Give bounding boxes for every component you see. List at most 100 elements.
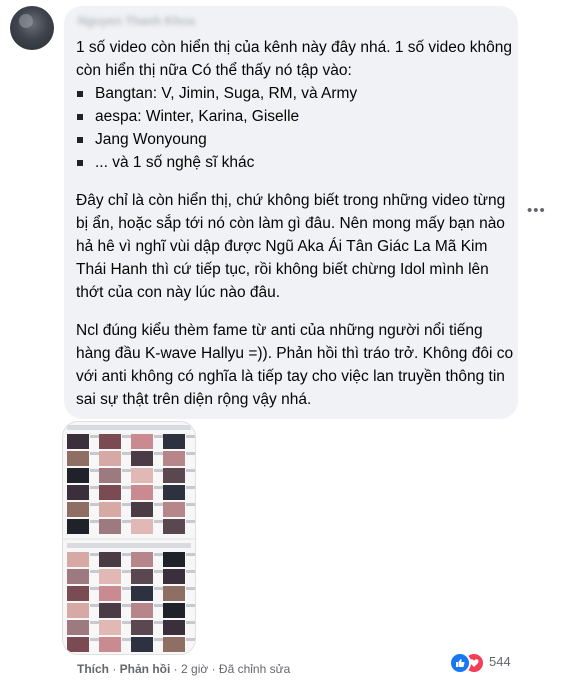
video-thumbnail: [99, 603, 121, 618]
list-item-text: Bangtan: V, Jimin, Suga, RM, và Army: [95, 85, 358, 102]
video-thumbnail: [131, 637, 153, 652]
video-thumbnail: [67, 434, 89, 449]
video-caption-bar: [186, 621, 195, 624]
thumbnail-row: [67, 519, 195, 536]
video-thumbnail: [67, 637, 89, 652]
reply-link[interactable]: Phản hồi: [120, 662, 171, 676]
video-caption-bar: [186, 638, 195, 641]
video-thumbnail: [67, 603, 89, 618]
video-thumbnail: [67, 552, 89, 567]
list-item-text: aespa: Winter, Karina, Giselle: [95, 108, 300, 125]
video-thumbnail: [163, 603, 185, 618]
video-thumbnail: [67, 620, 89, 635]
video-caption-bar: [186, 469, 195, 472]
separator: ·: [109, 662, 120, 676]
video-caption-bar: [186, 553, 195, 556]
video-thumbnail: [163, 502, 185, 517]
video-thumbnail: [99, 468, 121, 483]
list-item-text: Jang Wonyoung: [95, 131, 207, 148]
video-thumbnail: [163, 620, 185, 635]
comment-paragraph-2: Đây chỉ là còn hiển thị, chứ không biết …: [76, 192, 506, 301]
list-item: Jang Wonyoung: [76, 128, 514, 151]
bullet-square-icon: [77, 114, 83, 120]
video-thumbnail: [163, 552, 185, 567]
like-link[interactable]: Thích: [77, 662, 109, 676]
list-item: Bangtan: V, Jimin, Suga, RM, và Army: [76, 82, 514, 105]
timestamp[interactable]: 2 giờ: [181, 662, 208, 676]
bullet-square-icon: [77, 137, 83, 143]
comment-intro: 1 số video còn hiển thị của kênh này đây…: [76, 39, 513, 79]
list-item-text: ... và 1 số nghệ sĩ khác: [95, 154, 255, 171]
video-thumbnail: [99, 552, 121, 567]
thumbnail-row: [67, 586, 195, 603]
video-thumbnail: [163, 485, 185, 500]
video-caption-bar: [186, 587, 195, 590]
video-thumbnail: [131, 519, 153, 534]
separator: ·: [170, 662, 182, 676]
video-caption-bar: [186, 520, 195, 523]
video-thumbnail: [131, 502, 153, 517]
video-thumbnail: [131, 586, 153, 601]
thumbnail-row: [67, 468, 195, 485]
video-thumbnail: [67, 485, 89, 500]
video-caption-bar: [186, 452, 195, 455]
video-thumbnail: [67, 502, 89, 517]
artist-list: Bangtan: V, Jimin, Suga, RM, và Army aes…: [76, 82, 514, 174]
comment-author[interactable]: Nguyen Thanh Khoa: [78, 14, 195, 28]
more-options-icon[interactable]: •••: [527, 202, 546, 219]
avatar-highlight: [19, 14, 33, 28]
bullet-square-icon: [77, 160, 83, 166]
bullet-square-icon: [77, 91, 83, 97]
video-thumbnail: [99, 586, 121, 601]
video-thumbnail: [67, 519, 89, 534]
video-thumbnail: [99, 451, 121, 466]
like-icon: [449, 652, 471, 674]
video-thumbnail: [163, 434, 185, 449]
video-caption-bar: [186, 486, 195, 489]
thumbnail-row: [67, 603, 195, 620]
video-thumbnail: [67, 569, 89, 584]
thumbnail-row: [67, 552, 195, 569]
video-thumbnail: [163, 586, 185, 601]
thumbnail-row: [67, 637, 195, 654]
avatar[interactable]: [10, 6, 54, 50]
thumbnail-row: [67, 485, 195, 502]
thumbnail-row: [67, 451, 195, 468]
comment-bubble: Nguyen Thanh Khoa 1 số video còn hiển th…: [64, 6, 518, 419]
video-thumbnail: [163, 519, 185, 534]
video-caption-bar: [186, 503, 195, 506]
video-thumbnail: [131, 468, 153, 483]
comment-actions: Thích · Phản hồi · 2 giờ · Đã chỉnh sửa: [77, 662, 290, 676]
video-thumbnail: [99, 502, 121, 517]
panel-header-bar: [67, 425, 191, 430]
video-thumbnail: [131, 569, 153, 584]
reaction-count: 544: [489, 654, 511, 669]
video-thumbnail: [67, 586, 89, 601]
video-caption-bar: [186, 570, 195, 573]
video-caption-bar: [186, 435, 195, 438]
attached-screenshot-image[interactable]: [62, 421, 196, 655]
comment-paragraph-3: Ncl đúng kiểu thèm fame từ anti của nhữn…: [76, 322, 514, 408]
video-thumbnail: [99, 637, 121, 652]
video-thumbnail: [163, 569, 185, 584]
separator: ·: [208, 662, 219, 676]
thumbnail-row: [67, 434, 195, 451]
screenshot-panel-bottom: [63, 540, 195, 654]
list-item: aespa: Winter, Karina, Giselle: [76, 105, 514, 128]
thumbnail-row: [67, 502, 195, 519]
video-thumbnail: [163, 637, 185, 652]
video-thumbnail: [99, 434, 121, 449]
comment-text: 1 số video còn hiển thị của kênh này đây…: [76, 36, 514, 411]
video-thumbnail: [99, 569, 121, 584]
video-thumbnail: [131, 603, 153, 618]
video-thumbnail: [131, 434, 153, 449]
video-thumbnail: [131, 552, 153, 567]
video-thumbnail: [99, 485, 121, 500]
video-thumbnail: [99, 620, 121, 635]
panel-header-bar: [67, 543, 191, 548]
video-thumbnail: [131, 451, 153, 466]
thumbnail-row: [67, 569, 195, 586]
video-thumbnail: [99, 519, 121, 534]
